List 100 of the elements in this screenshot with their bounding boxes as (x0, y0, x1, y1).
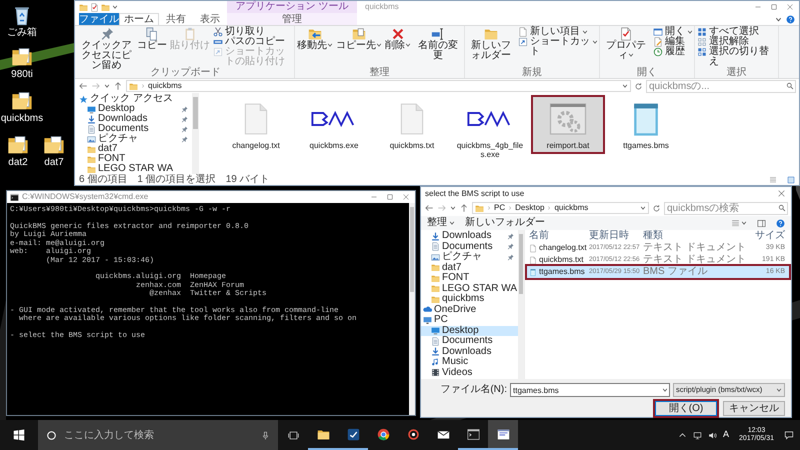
close-button[interactable] (777, 188, 787, 198)
path-segment[interactable]: quickbms (148, 81, 182, 91)
nav-item[interactable]: Desktop (77, 104, 192, 114)
nav-item[interactable]: ピクチャ (77, 134, 192, 144)
nav-item[interactable]: FONT (421, 273, 518, 284)
nav-item[interactable]: LEGO STAR WA (421, 284, 518, 294)
path-segment[interactable]: Desktop (515, 203, 544, 213)
view-button[interactable] (731, 218, 747, 228)
ribbon-button[interactable]: すべて選択 (697, 27, 777, 37)
ribbon-tab[interactable]: 管理 (227, 13, 357, 25)
ribbon-button[interactable]: クイックアクセスにピン留め (78, 27, 135, 71)
nav-item[interactable]: Downloads (421, 346, 518, 357)
ribbon-button[interactable]: 新しい項目 (518, 27, 598, 37)
ribbon-button[interactable]: 移動先 (296, 27, 334, 51)
nav-item[interactable]: Documents (421, 242, 518, 252)
scroll-bar[interactable] (518, 230, 524, 379)
ribbon-button[interactable]: 編集 (653, 37, 693, 47)
file-item[interactable]: reimport.bat (533, 97, 603, 152)
nav-item[interactable]: ピクチャ (421, 252, 518, 262)
window-maximize-button[interactable] (769, 2, 779, 12)
up-button[interactable] (459, 203, 469, 213)
recent-locations-button[interactable] (450, 205, 456, 211)
column-header[interactable]: 名前 (527, 230, 587, 242)
back-button[interactable] (78, 81, 88, 91)
address-field[interactable]: PC Desktop quickbms (472, 202, 649, 214)
nav-item[interactable]: dat7 (421, 262, 518, 273)
desktop-icon (431, 326, 440, 336)
nav-item[interactable]: Documents (421, 336, 518, 346)
ribbon-button[interactable]: 名前の変更 (413, 27, 463, 61)
ribbon-button[interactable]: プロパティ (601, 27, 651, 61)
window-close-button[interactable] (401, 192, 411, 202)
ribbon-button[interactable]: 切り取り (213, 27, 293, 37)
ribbon-button[interactable]: コピー先 (335, 27, 383, 51)
file-item[interactable]: quickbms.exe (299, 97, 369, 152)
nav-item[interactable]: Downloads (421, 231, 518, 242)
column-header[interactable]: 更新日時 (587, 230, 641, 242)
file-item[interactable]: ttgames.bms (611, 97, 681, 152)
forward-arrow-icon (91, 81, 101, 91)
file-name-field[interactable]: ttgames.bms (510, 383, 670, 397)
ribbon-tab[interactable]: ファイル (79, 13, 119, 25)
column-header[interactable]: サイズ (753, 230, 785, 242)
nav-item[interactable]: Videos (421, 368, 518, 378)
ribbon-button[interactable]: 新しいフォルダー (466, 27, 516, 61)
nav-item[interactable]: quickbms (421, 294, 518, 304)
edit-icon (653, 37, 663, 47)
preview-pane-button[interactable] (757, 218, 766, 228)
back-button[interactable] (424, 203, 434, 213)
address-field[interactable]: quickbms (126, 80, 631, 92)
nav-item[interactable]: LEGO STAR WA (77, 164, 192, 174)
up-button[interactable] (113, 81, 123, 91)
file-item[interactable]: quickbms.txt (377, 97, 447, 152)
download-icon (431, 232, 440, 241)
large-icons-view-icon (787, 176, 795, 184)
ribbon-tab[interactable]: 表示 (193, 13, 227, 25)
nav-item[interactable]: FONT (77, 154, 192, 164)
dialog-button[interactable]: 開く(O) (655, 401, 717, 416)
ribbon-button[interactable]: 削除 (384, 27, 412, 51)
toolbar-button[interactable]: 整理 (427, 218, 455, 228)
path-segment[interactable]: PC (494, 203, 506, 213)
nav-item[interactable]: Desktop (421, 326, 518, 336)
toolbar-button[interactable]: 新しいフォルダー (465, 218, 545, 228)
recent-locations-button[interactable] (104, 83, 110, 89)
ribbon-button[interactable]: 選択の切り替え (697, 47, 777, 67)
taskbar-search-field[interactable]: ここに入力して検索 (38, 420, 278, 450)
nav-item[interactable]: クイック アクセス (77, 94, 192, 104)
scroll-bar[interactable] (409, 203, 415, 415)
ribbon-button[interactable]: 選択解除 (697, 37, 777, 47)
nav-item[interactable]: OneDrive (421, 304, 518, 315)
ribbon-button[interactable]: 開く (653, 27, 693, 37)
file-item[interactable]: quickbms_4gb_files.exe (455, 97, 525, 161)
help-button[interactable] (776, 218, 785, 228)
scroll-bar[interactable] (192, 93, 199, 174)
nav-item[interactable]: Downloads (77, 114, 192, 124)
file-item[interactable]: changelog.txt (221, 97, 291, 152)
refresh-button[interactable] (634, 82, 643, 90)
path-segment[interactable]: quickbms (554, 203, 588, 213)
window-maximize-button[interactable] (385, 192, 395, 202)
folder-icon (484, 27, 498, 41)
taskbar-app-button[interactable] (488, 420, 518, 450)
close-icon (786, 3, 794, 11)
nav-item[interactable]: Documents (77, 124, 192, 134)
ribbon-button[interactable]: 履歴 (653, 47, 693, 57)
dialog-button[interactable]: キャンセル (723, 401, 785, 416)
column-header[interactable]: 種類 (641, 230, 753, 242)
refresh-icon (652, 204, 661, 212)
window-close-button[interactable] (785, 2, 795, 12)
ribbon-tab[interactable]: ホーム (119, 13, 159, 25)
nav-item[interactable]: dat7 (77, 144, 192, 154)
close-icon (777, 189, 786, 198)
search-field[interactable]: quickbmsの検索 (664, 202, 788, 214)
search-field[interactable]: quickbmsの... (646, 80, 796, 92)
ribbon-button[interactable]: パスのコピー (213, 37, 293, 47)
ribbon-tab[interactable]: 共有 (159, 13, 193, 25)
ime-indicator[interactable]: A (722, 428, 729, 442)
delete-icon (391, 27, 405, 41)
ribbon-button[interactable]: ショートカット (518, 37, 598, 57)
refresh-button[interactable] (652, 204, 661, 212)
nav-item[interactable]: PC (421, 315, 518, 326)
nav-item[interactable]: Music (421, 357, 518, 368)
ribbon-button[interactable]: コピー (136, 27, 168, 51)
